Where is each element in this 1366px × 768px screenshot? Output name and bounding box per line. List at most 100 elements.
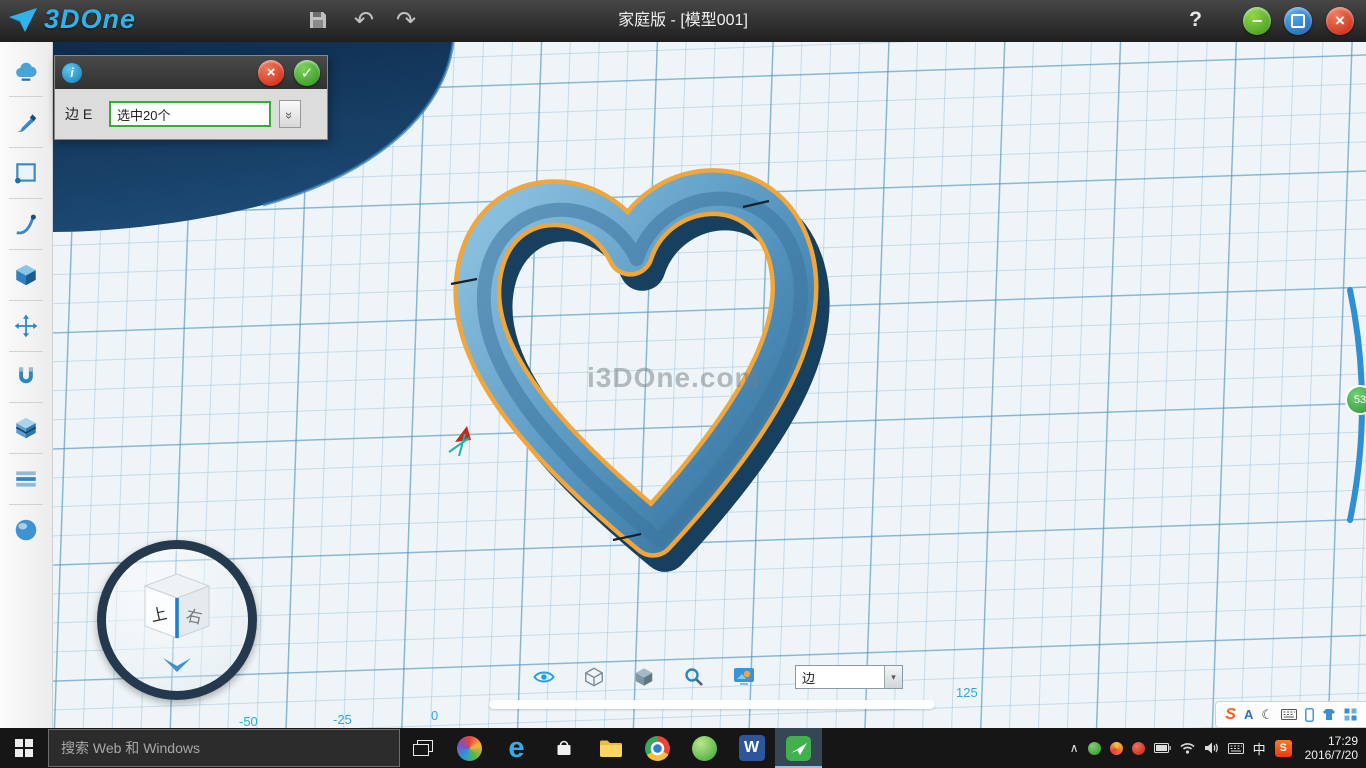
undo-button[interactable]: ↶ bbox=[354, 8, 374, 34]
taskbar-app-word[interactable]: W bbox=[728, 728, 775, 768]
filter-dropdown[interactable]: 边 ▾ bbox=[795, 665, 903, 689]
tool-section-button[interactable] bbox=[6, 459, 46, 499]
search-placeholder: 搜索 Web 和 Windows bbox=[61, 738, 200, 758]
sogou-lang-icon[interactable]: A bbox=[1244, 707, 1253, 722]
tool-move-button[interactable] bbox=[6, 306, 46, 346]
horizontal-scrollbar[interactable] bbox=[489, 700, 935, 709]
ime-indicator[interactable]: 中 bbox=[1253, 739, 1266, 758]
titlebar: 3DOne ↶ ↷ 家庭版 - [模型001] ? − × bbox=[0, 0, 1366, 42]
selection-dialog: i × ✓ 边 E » bbox=[54, 55, 328, 140]
clock-date: 2016/7/20 bbox=[1305, 748, 1358, 762]
tray-colorful-app-icon[interactable] bbox=[1110, 742, 1123, 755]
window-title: 家庭版 - [模型001] bbox=[0, 0, 1366, 42]
tool-curve-button[interactable] bbox=[6, 204, 46, 244]
divider bbox=[9, 198, 43, 199]
edge-icon: e bbox=[508, 734, 524, 763]
expand-chevron-button[interactable]: » bbox=[279, 100, 301, 128]
taskbar-app-3done[interactable] bbox=[775, 728, 822, 768]
section-lines-icon bbox=[13, 466, 39, 492]
word-icon: W bbox=[739, 735, 765, 761]
maximize-button[interactable] bbox=[1284, 7, 1312, 35]
minimize-button[interactable]: − bbox=[1243, 7, 1271, 35]
dialog-body: 边 E » bbox=[55, 89, 327, 139]
info-icon: i bbox=[62, 63, 82, 83]
shaded-cube-icon bbox=[633, 666, 655, 688]
wireframe-cube-icon bbox=[583, 666, 605, 688]
chrome-icon bbox=[645, 736, 670, 761]
start-button[interactable] bbox=[0, 728, 48, 768]
selection-count-input[interactable] bbox=[109, 101, 271, 127]
store-bag-icon bbox=[553, 737, 575, 759]
shaded-view-button[interactable] bbox=[631, 664, 657, 690]
split-solid-icon bbox=[13, 415, 39, 441]
taskbar-app-explorer[interactable] bbox=[587, 728, 634, 768]
help-button[interactable]: ? bbox=[1189, 8, 1202, 32]
pinwheel-icon bbox=[457, 736, 482, 761]
brand-name: 3DOne bbox=[44, 4, 136, 35]
tool-paint-button[interactable] bbox=[6, 102, 46, 142]
save-button[interactable] bbox=[308, 10, 328, 36]
tool-render-button[interactable] bbox=[6, 510, 46, 550]
divider bbox=[9, 453, 43, 454]
taskbar-app-edge[interactable]: e bbox=[493, 728, 540, 768]
visibility-eye-button[interactable] bbox=[531, 664, 557, 690]
tray-green-app-icon[interactable] bbox=[1088, 742, 1101, 755]
taskbar-search[interactable]: 搜索 Web 和 Windows bbox=[48, 729, 400, 767]
divider bbox=[9, 249, 43, 250]
redo-button[interactable]: ↷ bbox=[396, 8, 416, 34]
3done-icon bbox=[785, 735, 812, 762]
divider bbox=[9, 300, 43, 301]
volume-icon[interactable] bbox=[1204, 742, 1219, 754]
sogou-phone-icon[interactable] bbox=[1305, 708, 1314, 722]
tool-sketch-button[interactable] bbox=[6, 153, 46, 193]
battery-icon[interactable] bbox=[1154, 743, 1171, 753]
sphere-icon bbox=[13, 517, 39, 543]
screenshot-button[interactable] bbox=[731, 664, 757, 690]
wifi-icon[interactable] bbox=[1180, 742, 1195, 754]
move-arrows-icon bbox=[13, 313, 39, 339]
divider bbox=[9, 351, 43, 352]
confirm-button[interactable]: ✓ bbox=[294, 60, 320, 86]
tool-cloud-library-button[interactable] bbox=[6, 51, 46, 91]
task-view-button[interactable] bbox=[400, 728, 446, 768]
drag-handle-marker[interactable] bbox=[449, 426, 471, 456]
view-cube[interactable]: 上 右 bbox=[97, 540, 257, 700]
sogou-skin-icon[interactable] bbox=[1322, 708, 1336, 721]
divider bbox=[9, 504, 43, 505]
axis-label: -50 bbox=[239, 714, 258, 728]
sogou-toolbox-icon[interactable] bbox=[1344, 708, 1357, 721]
zoom-button[interactable] bbox=[681, 664, 707, 690]
taskbar-app-pinwheel[interactable] bbox=[446, 728, 493, 768]
tray-expand-chevron[interactable]: ∧ bbox=[1070, 741, 1079, 755]
sogou-logo-icon[interactable]: S bbox=[1225, 706, 1236, 724]
tool-assembly-button[interactable] bbox=[6, 357, 46, 397]
axis-label: 0 bbox=[431, 708, 438, 723]
tool-split-button[interactable] bbox=[6, 408, 46, 448]
viewport[interactable]: i3DOne.com -50 -25 0 125 bbox=[53, 42, 1366, 728]
magnet-icon bbox=[13, 364, 39, 390]
restore-icon bbox=[1291, 14, 1305, 28]
close-button[interactable]: × bbox=[1326, 7, 1354, 35]
paint-brush-icon bbox=[13, 109, 39, 135]
sogou-night-mode-icon[interactable]: ☾ bbox=[1261, 707, 1273, 723]
screenshot-icon bbox=[732, 667, 756, 687]
axis-label: -25 bbox=[333, 712, 352, 727]
axis-label: 125 bbox=[956, 685, 978, 700]
cancel-button[interactable]: × bbox=[258, 60, 284, 86]
taskbar-clock[interactable]: 17:29 2016/7/20 bbox=[1301, 734, 1358, 762]
touch-keyboard-icon[interactable] bbox=[1228, 743, 1244, 754]
magnifier-icon bbox=[683, 666, 705, 688]
taskbar-app-green-browser[interactable] bbox=[681, 728, 728, 768]
taskbar-app-store[interactable] bbox=[540, 728, 587, 768]
dropdown-arrow-icon[interactable]: ▾ bbox=[884, 666, 902, 688]
double-chevron-icon: » bbox=[282, 111, 297, 116]
wireframe-view-button[interactable] bbox=[581, 664, 607, 690]
tool-feature-button[interactable] bbox=[6, 255, 46, 295]
divider bbox=[9, 402, 43, 403]
sogou-keyboard-icon[interactable] bbox=[1281, 709, 1297, 720]
taskbar-app-chrome[interactable] bbox=[634, 728, 681, 768]
clock-time: 17:29 bbox=[1305, 734, 1358, 748]
tray-red-app-icon[interactable] bbox=[1132, 742, 1145, 755]
filter-dropdown-value: 边 bbox=[796, 668, 884, 687]
sogou-tray-icon[interactable]: S bbox=[1275, 740, 1292, 757]
